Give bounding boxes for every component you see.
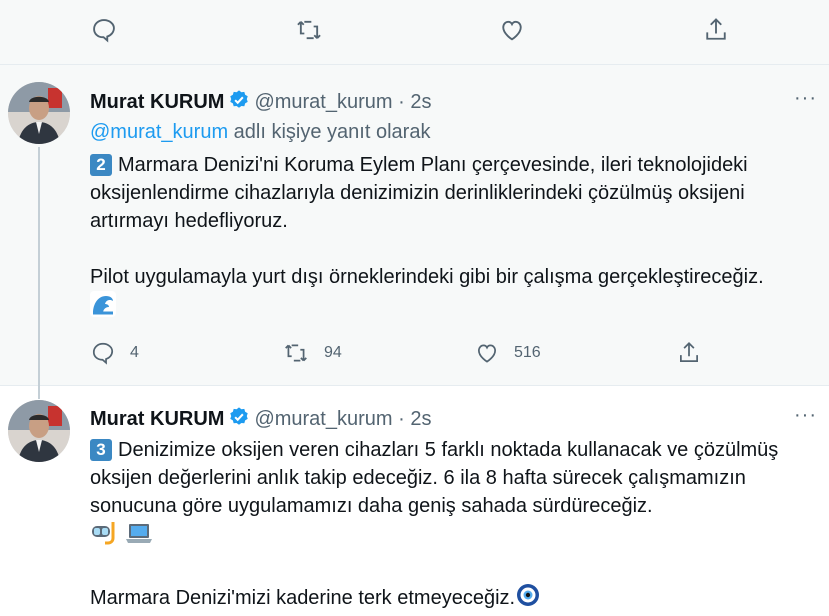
- heart-icon: [478, 344, 496, 363]
- reply-to-text: adlı kişiye yanıt olarak: [228, 121, 431, 143]
- avatar[interactable]: [8, 82, 70, 144]
- author-handle[interactable]: @murat_kurum: [254, 91, 392, 113]
- avatar-photo: [8, 82, 70, 144]
- tweet-actions: 4 94 516: [90, 340, 790, 370]
- author-name[interactable]: Murat KURUM: [90, 91, 224, 113]
- reply-button[interactable]: [90, 16, 118, 49]
- wave-emoji-icon: [90, 291, 116, 325]
- reply-context: @murat_kurum adlı kişiye yanıt olarak: [90, 121, 430, 144]
- laptop-emoji-icon: [124, 520, 154, 554]
- tweet[interactable]: Murat KURUM @murat_kurum · 2s ··· @murat_…: [0, 65, 829, 386]
- verified-badge-icon: [228, 406, 250, 434]
- retweet-button[interactable]: [294, 16, 324, 49]
- retweet-button[interactable]: 94: [282, 340, 342, 366]
- share-icon: [706, 18, 726, 40]
- tweet[interactable]: Murat KURUM @murat_kurum · 2s ··· 3 Denizi…: [0, 385, 829, 616]
- thread-line: [38, 147, 40, 385]
- share-button[interactable]: [676, 340, 702, 366]
- separator-dot: ·: [398, 91, 405, 113]
- diving-mask-emoji-icon: [90, 520, 118, 554]
- reply-to-link[interactable]: @murat_kurum: [90, 121, 228, 143]
- paragraph: Marmara Denizi'mizi kaderine terk etmeye…: [90, 587, 516, 609]
- previous-tweet-actions: [0, 0, 829, 65]
- verified-badge-icon: [228, 89, 250, 117]
- timestamp[interactable]: 2s: [410, 91, 431, 113]
- tweet-text: 2 Marmara Denizi'ni Koruma Eylem Planı çe…: [90, 151, 822, 325]
- nazar-amulet-emoji-icon: [515, 582, 541, 616]
- more-options-icon[interactable]: ···: [794, 87, 817, 110]
- retweet-icon: [285, 344, 307, 362]
- like-button[interactable]: 516: [474, 340, 541, 366]
- keycap-number-badge: 3: [90, 439, 112, 461]
- tweet-text: 3 Denizimize oksijen veren cihazları 5 fa…: [90, 436, 822, 616]
- avatar[interactable]: [8, 400, 70, 462]
- heart-icon: [502, 20, 522, 41]
- avatar-photo: [8, 400, 70, 462]
- paragraph: Denizimize oksijen veren cihazları 5 far…: [90, 439, 779, 517]
- like-count: 516: [514, 344, 541, 361]
- like-button[interactable]: [498, 16, 526, 49]
- tweet-header: Murat KURUM @murat_kurum · 2s: [90, 406, 431, 434]
- share-icon: [680, 342, 698, 362]
- paragraph: Pilot uygulamayla yurt dışı örneklerinde…: [90, 266, 764, 288]
- author-name[interactable]: Murat KURUM: [90, 408, 224, 430]
- share-button[interactable]: [702, 16, 730, 49]
- tweet-header: Murat KURUM @murat_kurum · 2s: [90, 89, 431, 117]
- thread-line: [38, 385, 40, 399]
- reply-button[interactable]: 4: [90, 340, 139, 366]
- timestamp[interactable]: 2s: [410, 408, 431, 430]
- keycap-number-badge: 2: [90, 154, 112, 176]
- more-options-icon[interactable]: ···: [794, 404, 817, 427]
- reply-icon: [93, 19, 115, 43]
- paragraph: Marmara Denizi'ni Koruma Eylem Planı çer…: [90, 154, 748, 232]
- reply-icon: [92, 342, 114, 365]
- retweet-count: 94: [324, 344, 342, 361]
- separator-dot: ·: [398, 408, 405, 430]
- reply-count: 4: [130, 344, 139, 361]
- retweet-icon: [297, 20, 321, 40]
- author-handle[interactable]: @murat_kurum: [254, 408, 392, 430]
